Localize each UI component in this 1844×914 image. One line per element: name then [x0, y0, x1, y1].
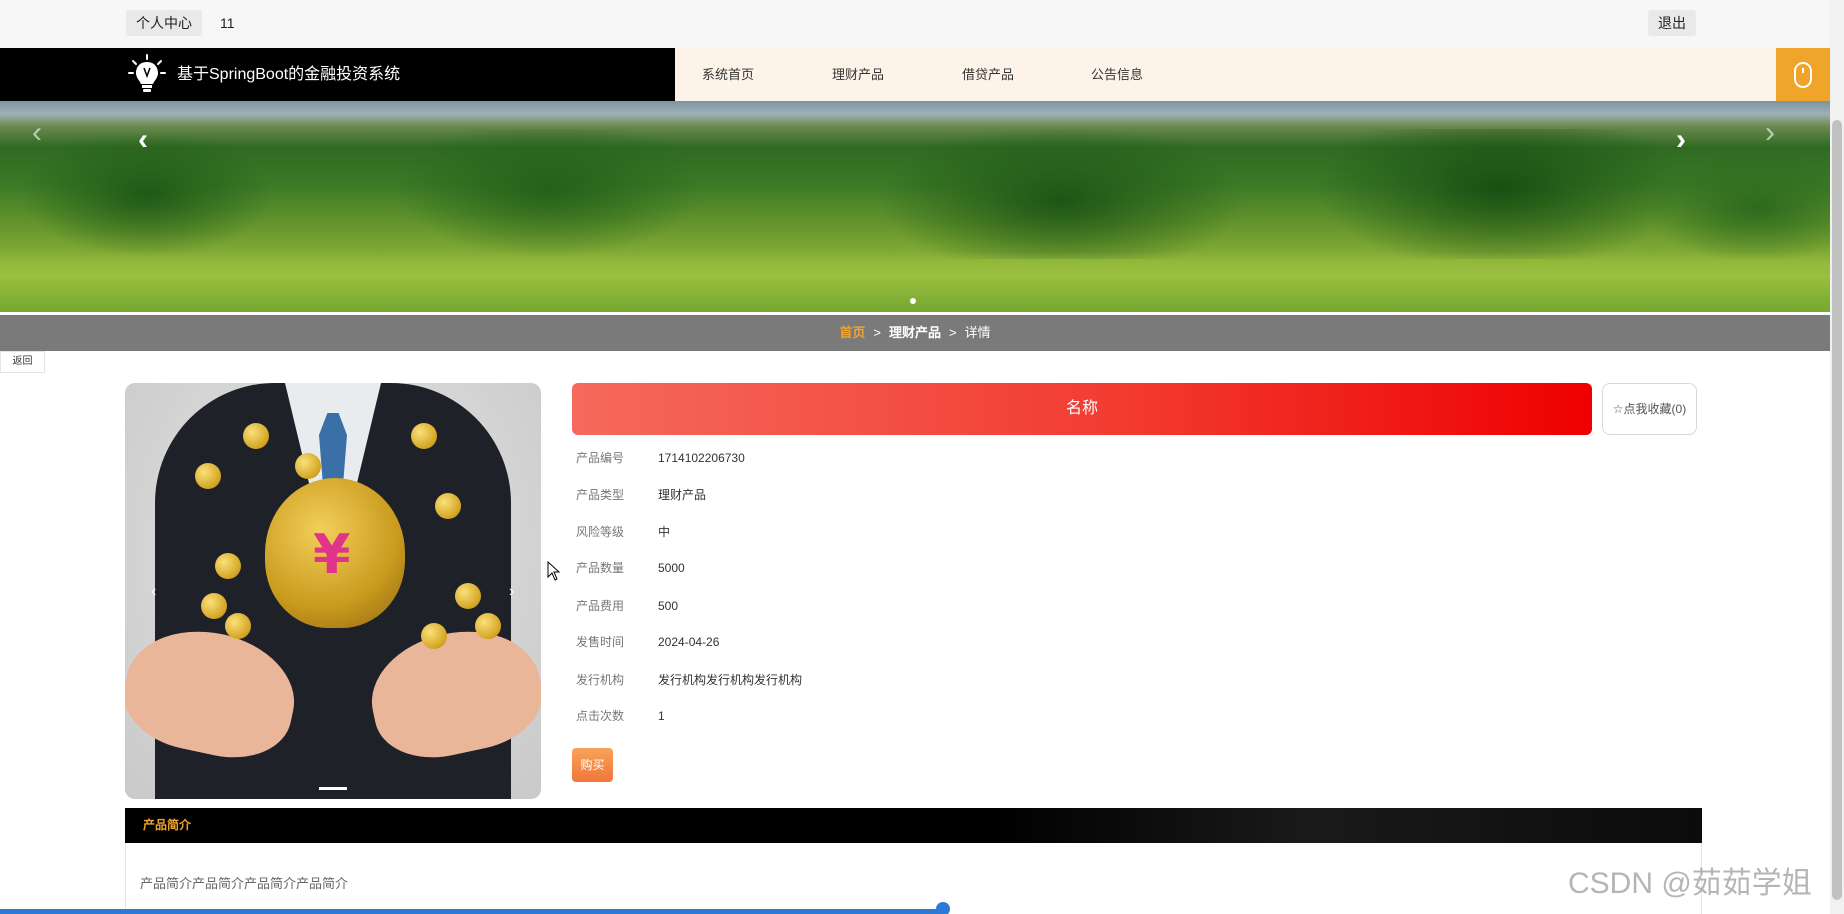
back-button[interactable]: 返回 [0, 351, 45, 373]
field-value: 1714102206730 [658, 451, 745, 465]
mouse-icon [1794, 61, 1812, 88]
mouse-cursor-icon [547, 561, 561, 581]
breadcrumb-current: 详情 [964, 325, 991, 340]
breadcrumb-separator: > [873, 325, 881, 340]
intro-text: 产品简介产品简介产品简介产品简介 [140, 876, 349, 891]
image-prev-icon[interactable]: ‹ [151, 583, 156, 601]
banner-outer-next-icon[interactable]: › [1765, 118, 1775, 148]
banner-outer-prev-icon[interactable]: ‹ [32, 118, 42, 148]
banner-trees [0, 129, 1830, 259]
page-scrollbar[interactable] [1830, 0, 1844, 914]
product-name-bar: 名称 [572, 383, 1592, 435]
breadcrumb: 首页 > 理财产品 > 详情 [0, 315, 1830, 351]
username-label: 11 [220, 15, 235, 31]
field-label: 产品数量 [576, 561, 625, 575]
lightbulb-logo-icon [128, 54, 166, 92]
field-value: 2024-04-26 [658, 635, 720, 649]
tab-product-intro[interactable]: 产品简介 [143, 808, 191, 843]
top-user-bar: 个人中心 11 退出 [0, 0, 1830, 48]
scrollbar-thumb[interactable] [1832, 120, 1842, 900]
buy-button[interactable]: 购买 [572, 748, 613, 782]
image-next-icon[interactable]: › [509, 583, 514, 601]
breadcrumb-separator: > [949, 325, 957, 340]
brand-area: 基于SpringBoot的金融投资系统 [0, 48, 675, 101]
product-image-carousel: ¥ ‹ › [125, 383, 541, 799]
video-progress-bar[interactable] [0, 909, 943, 914]
field-value: 理财产品 [658, 488, 707, 502]
personal-center-button[interactable]: 个人中心 [126, 10, 202, 36]
nav-item-wealth-products[interactable]: 理财产品 [832, 48, 884, 101]
favorite-button[interactable]: ☆点我收藏(0) [1602, 383, 1697, 435]
nav-item-home[interactable]: 系统首页 [702, 48, 754, 101]
breadcrumb-category[interactable]: 理财产品 [889, 325, 941, 340]
breadcrumb-home[interactable]: 首页 [839, 325, 865, 340]
field-value: 5000 [658, 561, 685, 575]
banner-next-icon[interactable]: › [1676, 125, 1686, 155]
nav-item-announcements[interactable]: 公告信息 [1091, 48, 1143, 101]
mouse-menu-button[interactable] [1776, 48, 1830, 101]
banner-prev-icon[interactable]: ‹ [138, 125, 148, 155]
field-label: 风险等级 [576, 525, 625, 539]
field-label: 发售时间 [576, 635, 625, 649]
field-value: 发行机构发行机构发行机构 [658, 673, 803, 687]
field-label: 发行机构 [576, 673, 625, 687]
field-label: 产品类型 [576, 488, 625, 502]
field-label: 点击次数 [576, 709, 625, 723]
csdn-watermark: CSDN @茹茹学姐 [1568, 867, 1812, 900]
field-value: 500 [658, 599, 679, 613]
logout-button[interactable]: 退出 [1648, 10, 1696, 36]
field-value: 中 [658, 525, 671, 539]
banner-carousel: ‹ ‹ › › [0, 101, 1830, 312]
intro-panel: 产品简介产品简介产品简介产品简介 [125, 843, 1702, 914]
image-indicator[interactable] [319, 787, 347, 790]
field-label: 产品编号 [576, 451, 625, 465]
field-value: 1 [658, 709, 665, 723]
intro-tabs: 产品简介 [125, 808, 1702, 843]
field-label: 产品费用 [576, 599, 625, 613]
main-navbar: 基于SpringBoot的金融投资系统 系统首页 理财产品 借贷产品 公告信息 [0, 48, 1830, 101]
nav-item-loan-products[interactable]: 借贷产品 [962, 48, 1014, 101]
banner-indicator-dot[interactable] [910, 298, 916, 304]
video-progress-knob[interactable] [936, 902, 950, 914]
site-title: 基于SpringBoot的金融投资系统 [177, 66, 401, 83]
